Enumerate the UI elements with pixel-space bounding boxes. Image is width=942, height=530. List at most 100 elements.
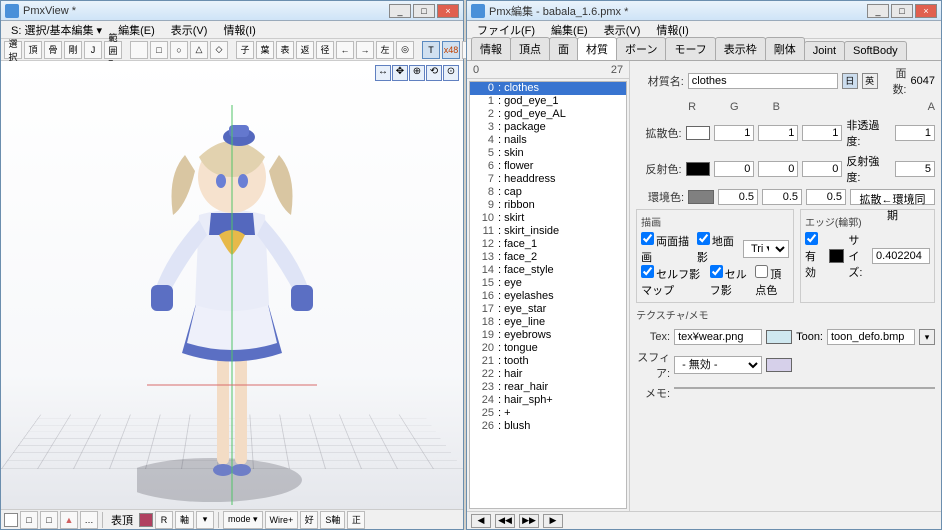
nav-last[interactable]: ▶ <box>543 514 563 528</box>
tab-面[interactable]: 面 <box>549 37 578 60</box>
minimize-button[interactable]: _ <box>389 4 411 18</box>
minimize-button[interactable]: _ <box>867 4 889 18</box>
toon-input[interactable] <box>827 329 915 345</box>
double-sided-check[interactable]: 両面描画 <box>641 232 693 265</box>
t3-6[interactable]: → <box>356 41 374 59</box>
material-row[interactable]: 10: skirt <box>470 212 626 225</box>
close-button[interactable]: × <box>915 4 937 18</box>
ambient-r[interactable] <box>718 189 758 205</box>
sb-box2[interactable]: □ <box>40 511 58 529</box>
tab-情報[interactable]: 情報 <box>471 37 511 60</box>
edge-size-input[interactable] <box>872 248 930 264</box>
tab-Joint[interactable]: Joint <box>804 41 845 60</box>
diffuse-b[interactable] <box>802 125 842 141</box>
ambient-g[interactable] <box>762 189 802 205</box>
t4-size[interactable]: x48 <box>442 41 460 59</box>
gizmo-pan[interactable]: ✥ <box>392 65 408 81</box>
material-row[interactable]: 2: god_eye_AL <box>470 108 626 121</box>
material-row[interactable]: 26: blush <box>470 420 626 433</box>
menu-view[interactable]: 表示(V) <box>165 21 214 39</box>
material-row[interactable]: 3: package <box>470 121 626 134</box>
tab-SoftBody[interactable]: SoftBody <box>844 41 907 60</box>
t3-5[interactable]: ← <box>336 41 354 59</box>
tex-swatch[interactable] <box>766 330 792 344</box>
en-toggle[interactable]: 英 <box>862 73 878 89</box>
tab-材質[interactable]: 材質 <box>577 37 617 60</box>
alpha-input[interactable] <box>895 125 935 141</box>
reflect-int-input[interactable] <box>895 161 935 177</box>
reflect-g[interactable] <box>758 161 798 177</box>
t3-4[interactable]: 径 <box>316 41 334 59</box>
t3-0[interactable]: 子 <box>236 41 254 59</box>
menu-view[interactable]: 表示(V) <box>598 21 647 39</box>
material-row[interactable]: 14: face_style <box>470 264 626 277</box>
ground-shadow-check[interactable]: 地面影 <box>697 232 739 265</box>
sb-box[interactable]: □ <box>20 511 38 529</box>
material-row[interactable]: 23: rear_hair <box>470 381 626 394</box>
gizmo-fit[interactable]: ⊙ <box>443 65 459 81</box>
diffuse-g[interactable] <box>758 125 798 141</box>
edge-enable-check[interactable]: 有効 <box>805 232 825 280</box>
sb-wire[interactable]: Wire+ <box>265 511 299 529</box>
material-row[interactable]: 12: face_1 <box>470 238 626 251</box>
shape-circle[interactable]: ○ <box>170 41 188 59</box>
tool-range[interactable]: 範囲 ▾ <box>104 41 122 59</box>
menu-select[interactable]: S: 選択/基本編集 ▾ <box>5 21 108 39</box>
edge-color-swatch[interactable] <box>829 249 844 263</box>
tool-select[interactable]: 選択 <box>4 41 22 59</box>
sphere-swatch[interactable] <box>766 358 792 372</box>
shape-diamond[interactable]: ◇ <box>210 41 228 59</box>
maximize-button[interactable]: □ <box>891 4 913 18</box>
tab-頂点[interactable]: 頂点 <box>510 37 550 60</box>
nav-first[interactable]: ◀ <box>471 514 491 528</box>
material-row[interactable]: 11: skirt_inside <box>470 225 626 238</box>
material-row[interactable]: 1: god_eye_1 <box>470 95 626 108</box>
tool-joint[interactable]: J <box>84 41 102 59</box>
toon-browse[interactable]: ▾ <box>919 329 935 345</box>
reflect-r[interactable] <box>714 161 754 177</box>
t3-3[interactable]: 返 <box>296 41 314 59</box>
memo-textarea[interactable] <box>674 387 935 389</box>
nav-next[interactable]: ▶▶ <box>519 514 539 528</box>
diffuse-swatch[interactable] <box>686 126 711 140</box>
menu-edit[interactable]: 編集(E) <box>545 21 594 39</box>
gizmo-zoom[interactable]: ⊕ <box>409 65 425 81</box>
bg-color-swatch[interactable] <box>4 513 18 527</box>
self-shadow-check[interactable]: セルフ影 <box>710 265 751 298</box>
tab-表示枠[interactable]: 表示枠 <box>715 37 766 60</box>
material-row[interactable]: 20: tongue <box>470 342 626 355</box>
close-button[interactable]: × <box>437 4 459 18</box>
menu-edit[interactable]: 編集(E) <box>112 21 161 39</box>
ambient-swatch[interactable] <box>688 190 714 204</box>
t3-1[interactable]: 葉 <box>256 41 274 59</box>
material-row[interactable]: 25: + <box>470 407 626 420</box>
self-shadow-map-check[interactable]: セルフ影マップ <box>641 265 706 298</box>
shape-box[interactable]: □ <box>150 41 168 59</box>
tool-rigid[interactable]: 剛 <box>64 41 82 59</box>
material-row[interactable]: 8: cap <box>470 186 626 199</box>
material-row[interactable]: 17: eye_star <box>470 303 626 316</box>
tab-モーフ[interactable]: モーフ <box>665 37 715 60</box>
menu-info[interactable]: 情報(I) <box>217 21 261 39</box>
sphere-mode-select[interactable]: - 無効 - <box>674 356 762 374</box>
tool-vertex[interactable]: 頂 <box>24 41 42 59</box>
material-row[interactable]: 4: nails <box>470 134 626 147</box>
shape-tri[interactable]: △ <box>190 41 208 59</box>
vertex-color-check[interactable]: 頂点色 <box>755 265 789 298</box>
tool-bone[interactable]: 骨 <box>44 41 62 59</box>
material-row[interactable]: 7: headdress <box>470 173 626 186</box>
menu-file[interactable]: ファイル(F) <box>471 21 541 39</box>
sb-mode[interactable]: mode ▾ <box>223 511 263 529</box>
material-row[interactable]: 19: eyebrows <box>470 329 626 342</box>
jp-toggle[interactable]: 日 <box>842 73 858 89</box>
nav-prev[interactable]: ◀◀ <box>495 514 515 528</box>
sb-saxis[interactable]: S軸 <box>320 511 345 529</box>
material-row[interactable]: 0: clothes <box>470 82 626 95</box>
shape-dot[interactable] <box>130 41 148 59</box>
tab-ボーン[interactable]: ボーン <box>616 37 666 60</box>
sb-r[interactable]: R <box>155 511 173 529</box>
gizmo-move[interactable]: ↔ <box>375 65 391 81</box>
material-row[interactable]: 5: skin <box>470 147 626 160</box>
material-name-input[interactable] <box>688 73 838 89</box>
reflect-swatch[interactable] <box>686 162 711 176</box>
